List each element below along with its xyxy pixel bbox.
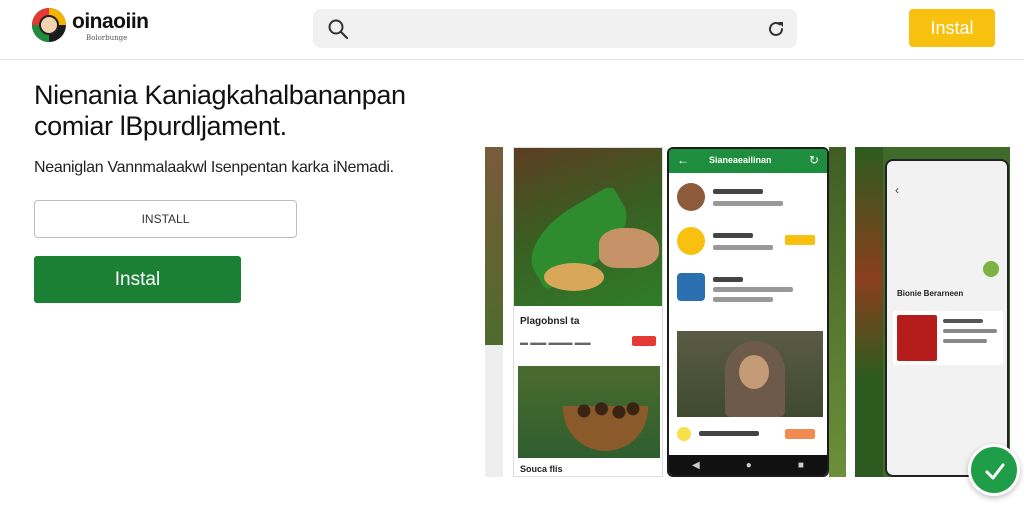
nav-back-icon[interactable]: ◀ bbox=[692, 460, 700, 471]
back-arrow-icon[interactable]: ‹ bbox=[895, 183, 899, 197]
phone-app-bar: ← Sianeaeailinan ↻ bbox=[669, 149, 827, 173]
woman-portrait-photo bbox=[677, 331, 823, 417]
screenshot-card-food[interactable]: Plagobnsl ta ▬ ▬▬ ▬▬▬ ▬▬ Souca flis bbox=[513, 147, 663, 477]
bulb-icon bbox=[677, 427, 691, 441]
checkmark-icon[interactable] bbox=[968, 444, 1020, 496]
forest-strip-photo bbox=[855, 147, 883, 477]
top-bar: oinaoiin Bolorbunge Instal bbox=[0, 0, 1024, 60]
ginger-leaf-photo bbox=[514, 148, 662, 306]
search-input[interactable] bbox=[359, 17, 739, 41]
detail-card[interactable] bbox=[893, 311, 1003, 365]
detail-title: Bionie Berarneen bbox=[897, 289, 964, 298]
status-badge[interactable] bbox=[785, 429, 815, 439]
cocoa-beans-photo bbox=[518, 366, 660, 458]
avatar bbox=[677, 183, 705, 211]
nav-home-icon[interactable]: ● bbox=[746, 460, 752, 471]
list-item[interactable] bbox=[675, 223, 821, 263]
phone-frame: ‹ Bionie Berarneen bbox=[885, 159, 1009, 477]
brand-tagline: Bolorbunge bbox=[86, 34, 128, 42]
phone-app-title: Sianeaeailinan bbox=[709, 155, 772, 165]
search-bar[interactable] bbox=[313, 9, 797, 48]
toggle-icon[interactable] bbox=[983, 261, 999, 277]
product-thumbnail bbox=[897, 315, 937, 361]
status-badge[interactable] bbox=[785, 235, 815, 245]
app-logo-icon[interactable] bbox=[32, 8, 66, 42]
brand-name[interactable]: oinaoiin bbox=[72, 10, 149, 34]
list-item[interactable] bbox=[675, 421, 821, 447]
phone-screenshot-list[interactable]: ← Sianeaeailinan ↻ ◀ ● ■ bbox=[667, 147, 829, 477]
card-price-tag[interactable] bbox=[632, 336, 656, 346]
phone-screenshot-detail[interactable]: ‹ Bionie Berarneen bbox=[855, 147, 1010, 477]
search-icon[interactable] bbox=[327, 18, 349, 40]
screenshot-edge-mid bbox=[829, 147, 846, 477]
card-caption: Souca flis bbox=[520, 464, 563, 474]
refresh-icon[interactable]: ↻ bbox=[809, 153, 819, 167]
avatar bbox=[677, 273, 705, 301]
nav-recents-icon[interactable]: ■ bbox=[798, 460, 804, 471]
avatar bbox=[677, 227, 705, 255]
card-title: Plagobnsl ta bbox=[520, 316, 580, 327]
install-code-field[interactable] bbox=[34, 200, 297, 238]
install-button[interactable]: Instal bbox=[34, 256, 241, 303]
phone-nav-bar: ◀ ● ■ bbox=[669, 455, 827, 475]
list-item[interactable] bbox=[675, 179, 821, 219]
back-arrow-icon[interactable]: ← bbox=[677, 153, 689, 167]
reload-icon[interactable] bbox=[765, 18, 787, 40]
list-item[interactable] bbox=[675, 269, 821, 309]
header-install-button[interactable]: Instal bbox=[909, 9, 995, 47]
page-headline: Nienania Kaniagkahalbananpan comiar lBpu… bbox=[34, 80, 406, 141]
page-subheadline: Neaniglan Vannmalaakwl Isenpentan karka … bbox=[34, 159, 394, 176]
screenshot-edge-left bbox=[485, 147, 503, 477]
